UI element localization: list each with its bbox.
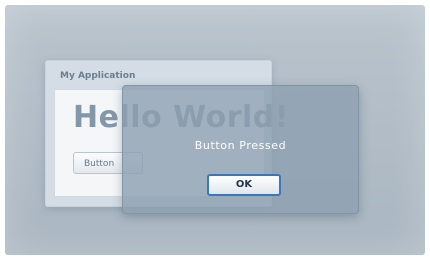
window-title: My Application: [60, 71, 136, 81]
dialog-message: Button Pressed: [194, 139, 287, 152]
ok-button[interactable]: OK: [207, 174, 281, 196]
desktop-background: My Application Hello World! Button Butto…: [5, 5, 425, 255]
alert-dialog: Button Pressed OK: [122, 85, 359, 214]
